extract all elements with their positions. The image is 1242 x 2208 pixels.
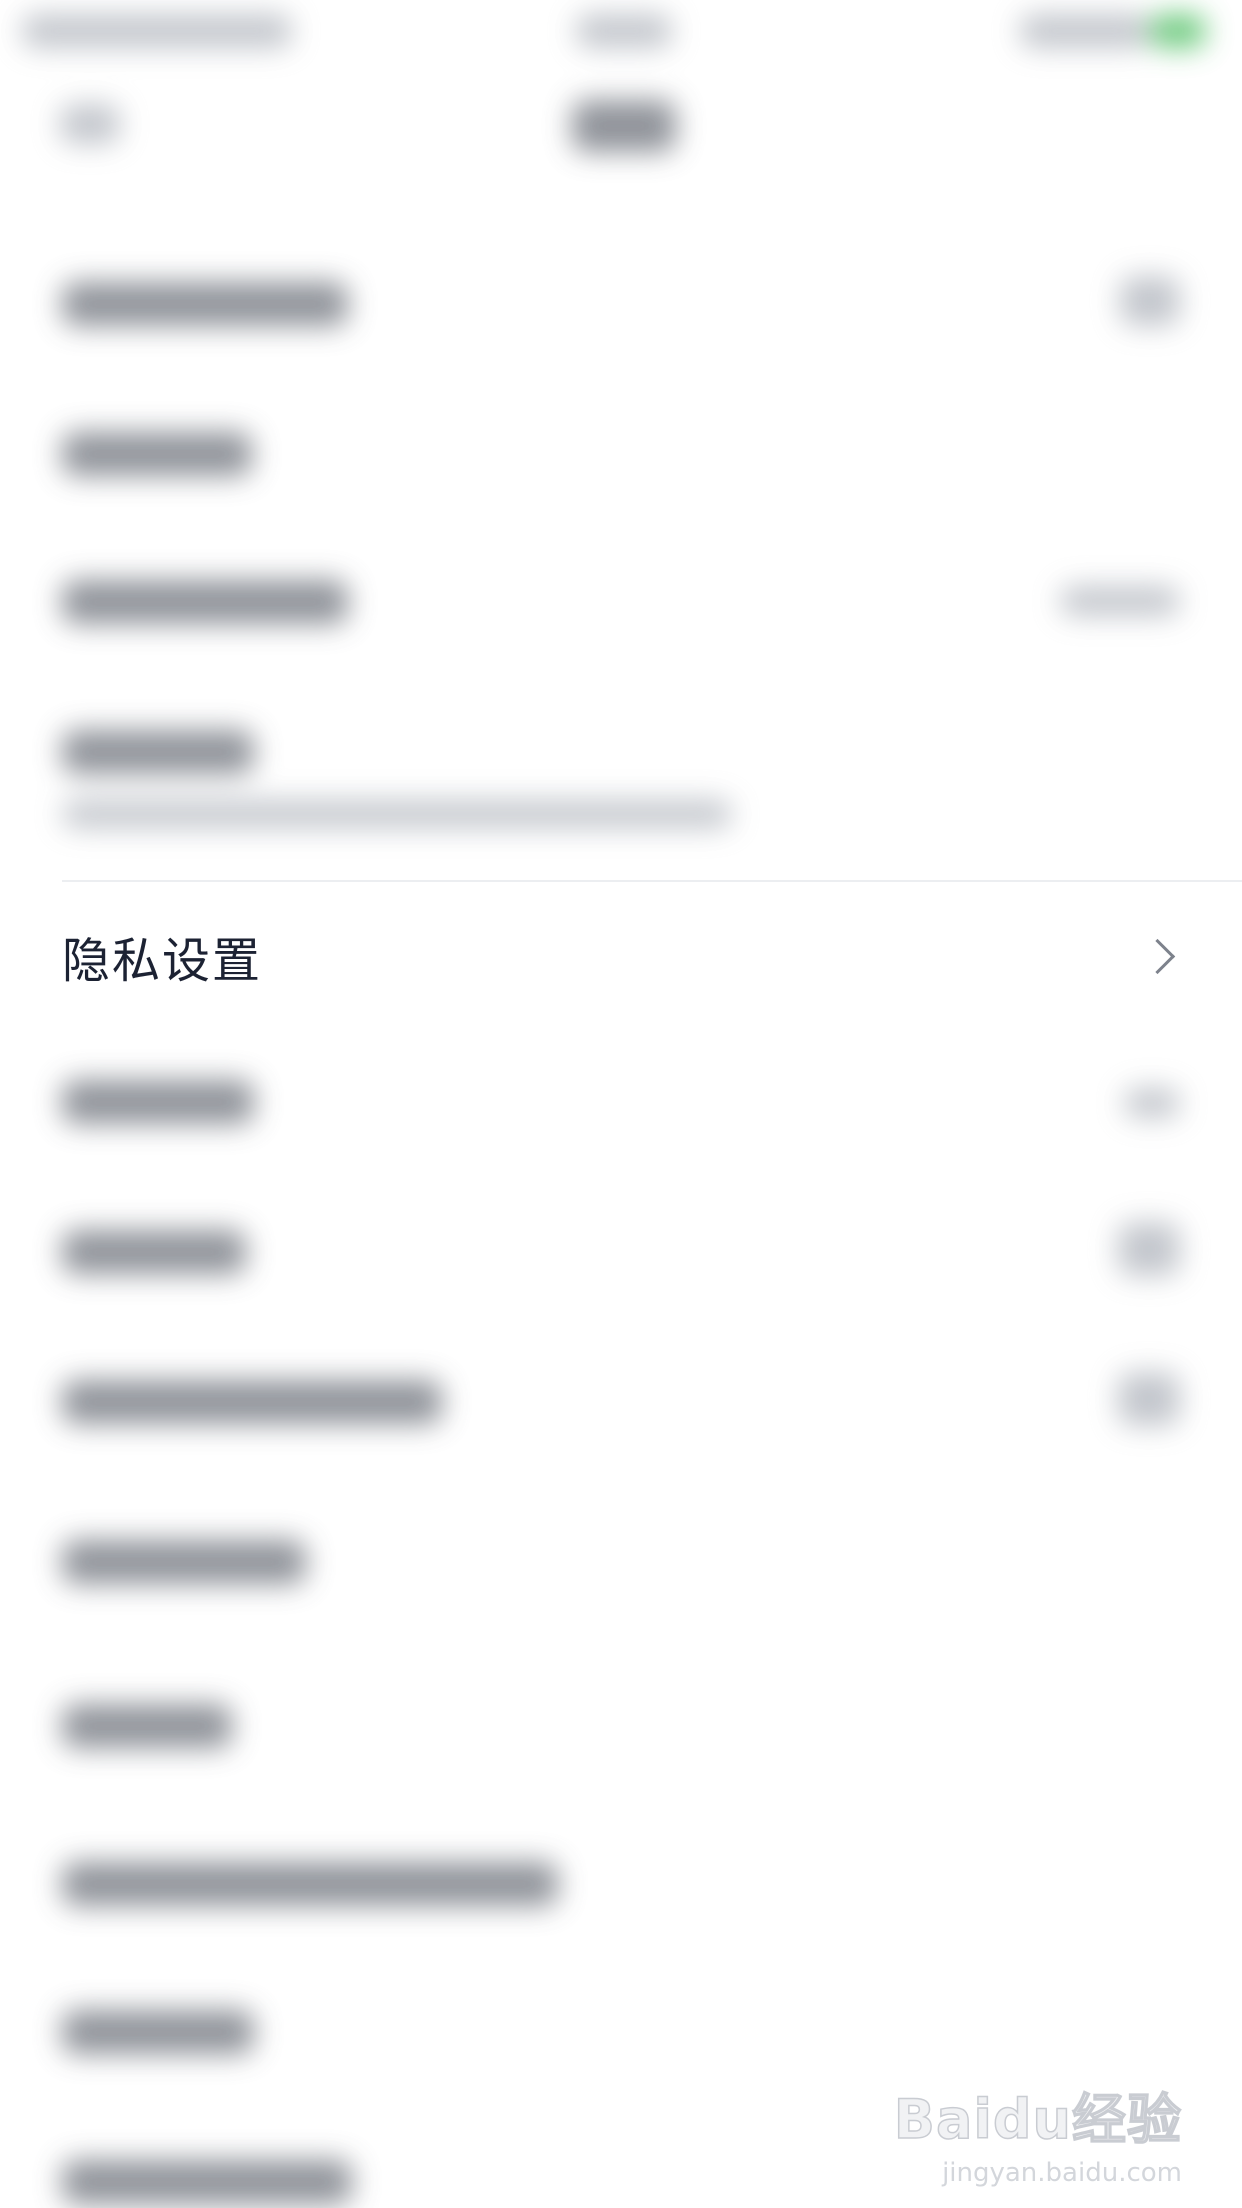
privacy-settings-label: 隐私设置 xyxy=(62,933,263,989)
row-8-label-blur xyxy=(62,1380,442,1424)
row-4-label-blur xyxy=(62,730,254,774)
status-bar-left-blur xyxy=(22,14,292,48)
chevron-right-icon xyxy=(1139,938,1176,974)
row-13-label-blur xyxy=(62,2160,352,2204)
row-divider xyxy=(62,880,1242,882)
privacy-settings-row[interactable]: 隐私设置 xyxy=(0,900,1242,1012)
baidu-jingyan-watermark: Baidu经验 jingyan.baidu.com xyxy=(893,2075,1182,2188)
blurred-settings-list xyxy=(0,0,1242,2208)
row-7-value-blur xyxy=(1118,1222,1180,1276)
row-10-label-blur xyxy=(62,1704,232,1748)
row-6-label-blur xyxy=(62,1080,254,1124)
row-2-label-blur xyxy=(62,432,252,476)
row-9-label-blur xyxy=(62,1540,306,1584)
row-3-value-blur xyxy=(1060,586,1180,616)
row-1-label-blur xyxy=(62,282,348,326)
row-6-value-blur xyxy=(1124,1088,1180,1118)
battery-blur xyxy=(1150,14,1206,48)
status-bar-time-blur xyxy=(576,14,672,48)
row-7-label-blur xyxy=(62,1230,246,1274)
status-bar-right-blur xyxy=(1020,14,1150,48)
back-button-blur xyxy=(60,104,120,144)
row-12-label-blur xyxy=(62,2010,254,2054)
row-3-label-blur xyxy=(62,580,348,624)
row-8-value-blur xyxy=(1118,1372,1180,1426)
row-4-sublabel-blur xyxy=(62,800,732,828)
watermark-logo: Baidu经验 xyxy=(893,2087,1182,2152)
row-11-label-blur xyxy=(62,1862,558,1906)
row-1-value-blur xyxy=(1120,276,1180,326)
watermark-url: jingyan.baidu.com xyxy=(942,2158,1182,2188)
nav-title-blur xyxy=(572,100,676,152)
